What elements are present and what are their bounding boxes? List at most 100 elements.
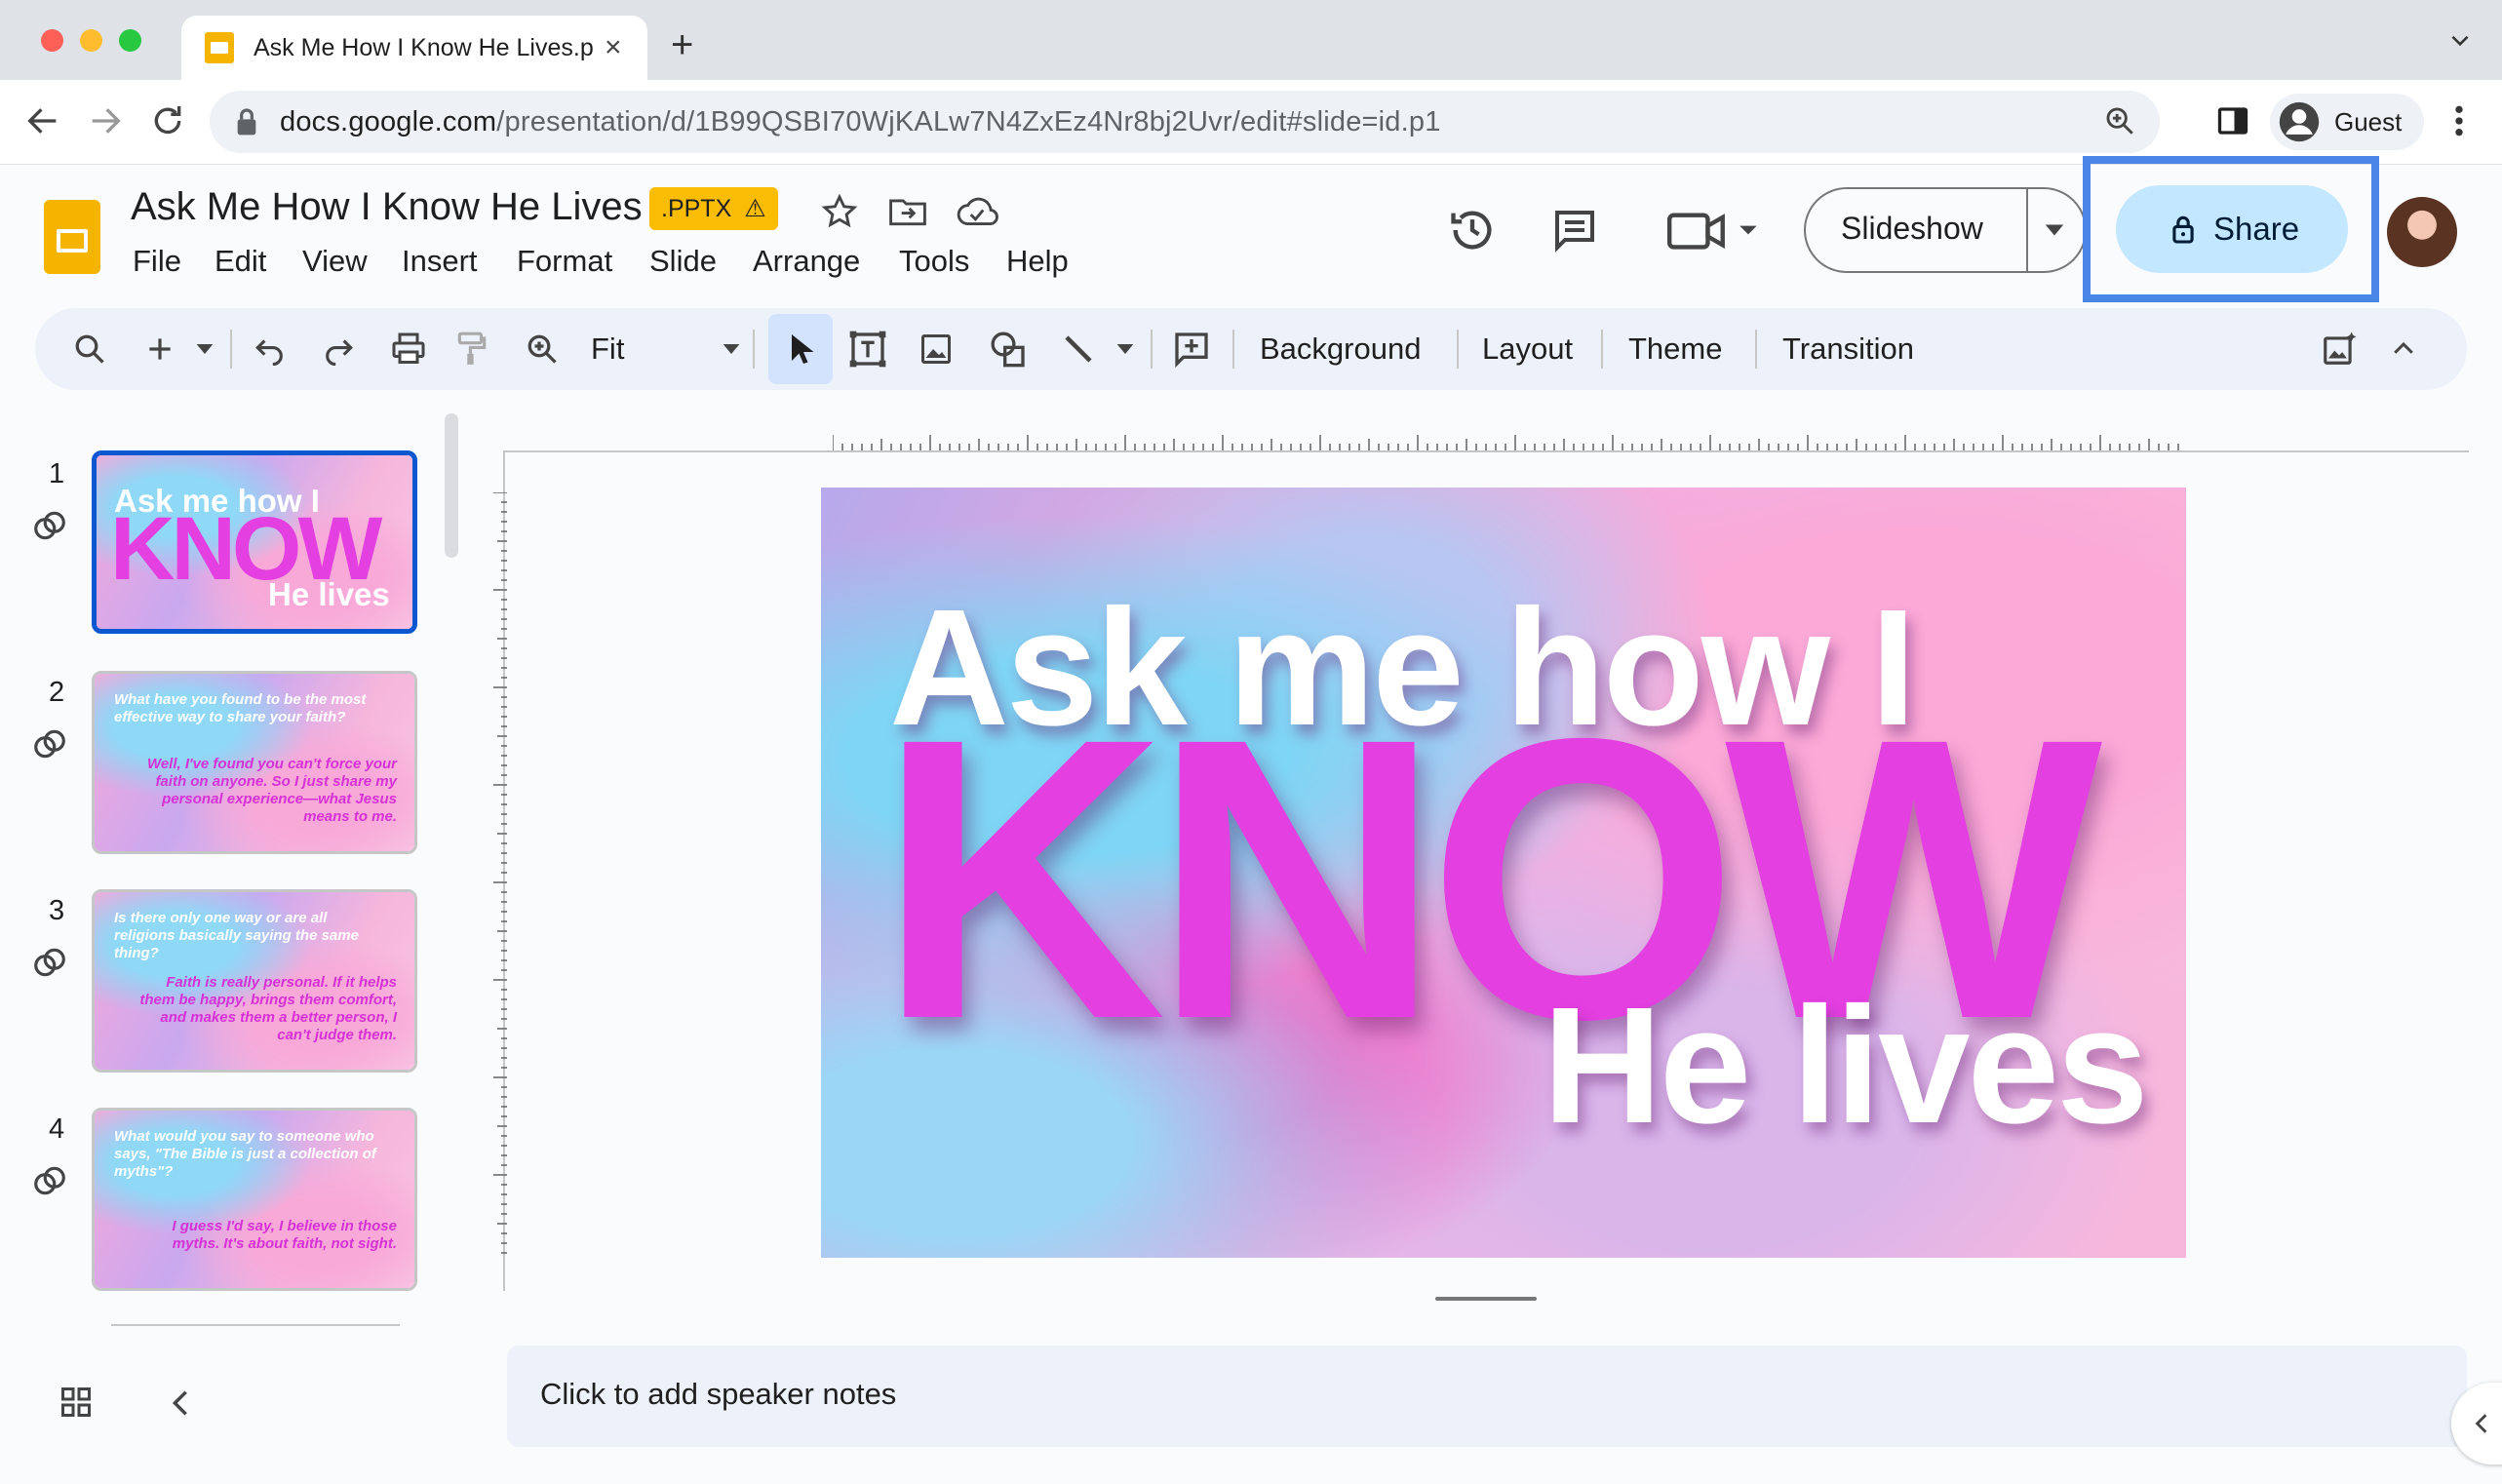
thumbnail-answer: Well, I've found you can't force your fa… xyxy=(146,756,397,825)
share-label: Share xyxy=(2213,211,2300,247)
linked-object-icon xyxy=(31,507,68,544)
add-comment-icon[interactable] xyxy=(1172,308,1211,390)
undo-icon[interactable] xyxy=(254,308,287,390)
forward-arrow-icon[interactable] xyxy=(86,101,125,140)
meet-camera-icon[interactable] xyxy=(1667,209,1761,252)
slide-thumbnail-1[interactable]: Ask me how I KNOW He lives xyxy=(92,450,417,634)
redo-icon[interactable] xyxy=(322,308,355,390)
guest-avatar-icon xyxy=(2278,100,2321,143)
line-tool-icon[interactable] xyxy=(1061,308,1096,390)
account-avatar[interactable] xyxy=(2387,197,2457,267)
layout-label: Layout xyxy=(1482,332,1574,366)
toolbar-divider xyxy=(1457,330,1459,369)
layout-button[interactable]: Layout xyxy=(1482,308,1573,390)
browser-tab[interactable]: Ask Me How I Know He Lives.p × xyxy=(181,16,647,80)
theme-button[interactable]: Theme xyxy=(1628,308,1722,390)
slideshow-options-chevron-icon[interactable] xyxy=(2044,220,2065,240)
thumbnail-question: What would you say to someone who says, … xyxy=(114,1128,376,1180)
side-panel-icon[interactable] xyxy=(2215,103,2250,138)
browser-menu-icon[interactable] xyxy=(2449,101,2469,140)
search-menus-icon[interactable] xyxy=(72,308,107,390)
speaker-notes[interactable]: Click to add speaker notes xyxy=(507,1346,2467,1447)
slideshow-divider xyxy=(2026,189,2028,271)
zoom-icon[interactable] xyxy=(525,308,560,390)
notes-resize-handle[interactable] xyxy=(1435,1297,1537,1301)
menu-format[interactable]: Format xyxy=(517,244,612,279)
new-slide-chevron-icon[interactable] xyxy=(195,308,215,390)
close-tab-icon[interactable]: × xyxy=(605,31,622,64)
browser-tab-strip: Ask Me How I Know He Lives.p × + xyxy=(0,0,2502,80)
thumbnail-title-line3: He lives xyxy=(268,576,390,612)
background-button[interactable]: Background xyxy=(1260,308,1421,390)
speaker-notes-placeholder: Click to add speaker notes xyxy=(540,1377,897,1411)
move-folder-icon[interactable] xyxy=(887,193,928,230)
menu-arrange[interactable]: Arrange xyxy=(753,244,860,279)
zoom-select[interactable]: Fit xyxy=(591,308,741,390)
cloud-status-icon[interactable] xyxy=(956,195,998,228)
toolbar-divider xyxy=(1601,330,1603,369)
shape-icon[interactable] xyxy=(989,308,1028,390)
tab-search-chevron-icon[interactable] xyxy=(2447,27,2473,53)
collapse-menus-chevron-icon[interactable] xyxy=(2389,308,2418,390)
profile-label: Guest xyxy=(2334,106,2403,137)
chevron-left-icon xyxy=(2471,1410,2492,1437)
thumbnail-answer: Faith is really personal. If it helps th… xyxy=(139,974,397,1043)
grid-view-icon[interactable] xyxy=(59,1385,94,1420)
menu-file[interactable]: File xyxy=(133,244,181,279)
slide-thumbnail-3[interactable]: Is there only one way or are all religio… xyxy=(92,889,417,1073)
menu-edit[interactable]: Edit xyxy=(215,244,266,279)
star-icon[interactable] xyxy=(821,193,858,230)
menu-slide[interactable]: Slide xyxy=(649,244,717,279)
reload-icon[interactable] xyxy=(148,101,187,140)
ai-image-icon[interactable] xyxy=(2321,308,2358,390)
file-format-badge[interactable]: .PPTX ⚠ xyxy=(649,187,778,230)
current-slide[interactable]: Ask me how I KNOW He lives xyxy=(821,488,2186,1258)
filmstrip-divider xyxy=(111,1324,400,1326)
slideshow-button[interactable]: Slideshow xyxy=(1804,187,2087,273)
slide-title-line3[interactable]: He lives xyxy=(1543,983,2149,1149)
editing-toolbar: Fit Background Layout Theme Transition xyxy=(35,308,2467,390)
select-tool-button[interactable] xyxy=(768,314,833,384)
transition-button[interactable]: Transition xyxy=(1782,308,1914,390)
slide-number: 3 xyxy=(49,895,65,926)
slideshow-label: Slideshow xyxy=(1841,211,1983,246)
tab-title: Ask Me How I Know He Lives.p xyxy=(254,33,594,61)
linked-object-icon xyxy=(31,1162,68,1199)
slides-favicon-icon xyxy=(205,32,234,63)
collapse-filmstrip-chevron-icon[interactable] xyxy=(166,1386,195,1420)
address-bar[interactable]: docs.google.com/presentation/d/1B99QSBI7… xyxy=(210,91,2160,153)
close-window-button[interactable] xyxy=(41,29,63,52)
new-slide-plus-icon[interactable] xyxy=(144,308,176,390)
line-chevron-icon[interactable] xyxy=(1115,308,1135,390)
document-title[interactable]: Ask Me How I Know He Lives xyxy=(131,185,643,229)
vertical-ruler xyxy=(493,492,507,1254)
print-icon[interactable] xyxy=(390,308,427,390)
linked-object-icon xyxy=(31,944,68,981)
maximize-window-button[interactable] xyxy=(119,29,141,52)
toolbar-divider xyxy=(753,330,755,369)
back-arrow-icon[interactable] xyxy=(23,101,62,140)
paint-format-icon[interactable] xyxy=(456,308,488,390)
slide-thumbnail-4[interactable]: What would you say to someone who says, … xyxy=(92,1108,417,1291)
new-tab-button[interactable]: + xyxy=(671,23,693,67)
slides-logo-icon[interactable] xyxy=(44,200,100,274)
thumbnail-question: Is there only one way or are all religio… xyxy=(114,910,359,961)
menu-view[interactable]: View xyxy=(302,244,368,279)
version-history-icon[interactable] xyxy=(1447,205,1498,255)
url-text: docs.google.com/presentation/d/1B99QSBI7… xyxy=(280,105,1441,137)
filmstrip-scrollbar[interactable] xyxy=(445,413,458,558)
thumbnail-answer: I guess I'd say, I believe in those myth… xyxy=(172,1218,397,1252)
menu-help[interactable]: Help xyxy=(1006,244,1069,279)
comments-icon[interactable] xyxy=(1550,207,1599,254)
profile-button[interactable]: Guest xyxy=(2270,94,2424,150)
zoom-page-icon[interactable] xyxy=(2103,104,2136,137)
minimize-window-button[interactable] xyxy=(80,29,102,52)
menu-insert[interactable]: Insert xyxy=(402,244,478,279)
browser-toolbar: docs.google.com/presentation/d/1B99QSBI7… xyxy=(0,80,2502,165)
insert-image-icon[interactable] xyxy=(919,308,954,390)
share-button[interactable]: Share xyxy=(2116,185,2348,273)
menu-tools[interactable]: Tools xyxy=(899,244,969,279)
slide-thumbnail-2[interactable]: What have you found to be the most effec… xyxy=(92,671,417,854)
text-box-icon[interactable] xyxy=(848,308,887,390)
zoom-value: Fit xyxy=(591,332,625,366)
